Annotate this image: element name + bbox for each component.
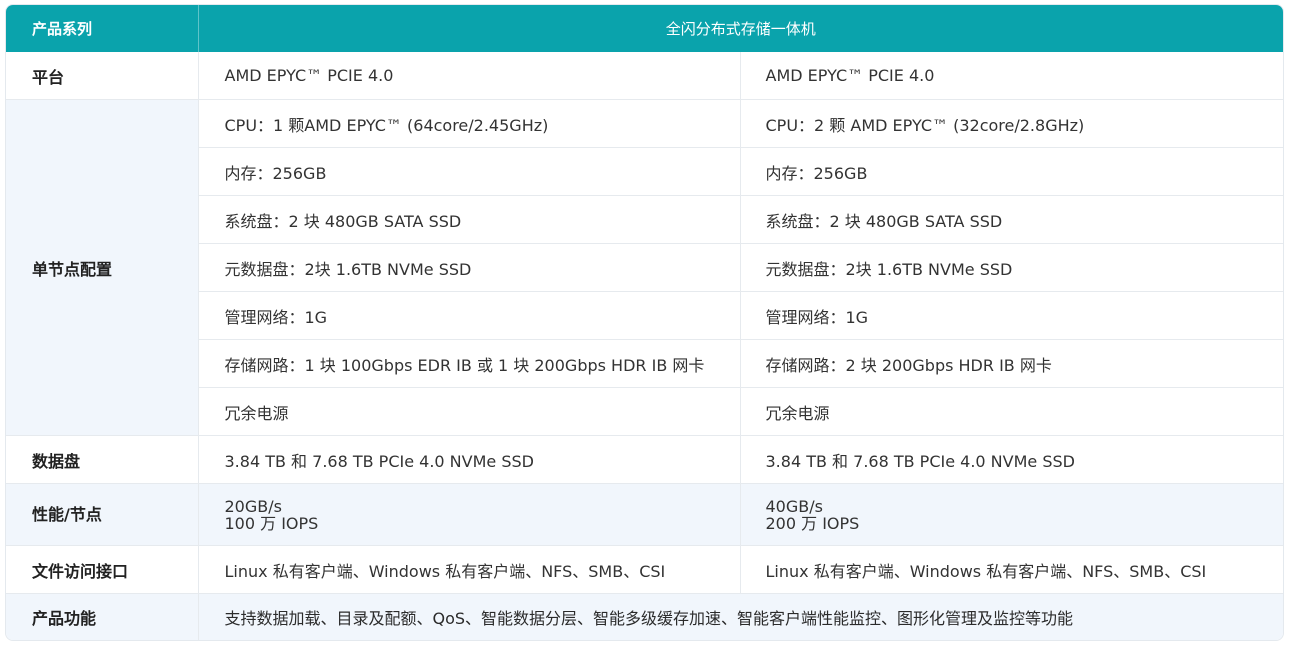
data-disk-value-a: 3.84 TB 和 7.68 TB PCIe 4.0 NVMe SSD	[198, 435, 740, 484]
row-label-file-access: 文件访问接口	[6, 545, 199, 594]
header-series-label: 产品系列	[6, 5, 199, 52]
table-row-features: 产品功能 支持数据加载、目录及配额、QoS、智能数据分层、智能多级缓存加速、智能…	[6, 593, 1283, 640]
table-header-row: 产品系列 全闪分布式存储一体机	[6, 5, 1283, 52]
row-label-platform: 平台	[6, 52, 199, 100]
table-row-node-config: 元数据盘：2块 1.6TB NVMe SSD 元数据盘：2块 1.6TB NVM…	[6, 243, 1283, 292]
table-row-performance: 性能/节点 20GB/s 100 万 IOPS 40GB/s 200 万 IOP…	[6, 483, 1283, 546]
table-row-data-disk: 数据盘 3.84 TB 和 7.68 TB PCIe 4.0 NVMe SSD …	[6, 435, 1283, 484]
node-config-storage-network-a: 存储网路：1 块 100Gbps EDR IB 或 1 块 200Gbps HD…	[198, 339, 740, 388]
node-config-metadata-disk-b: 元数据盘：2块 1.6TB NVMe SSD	[739, 243, 1283, 292]
table-row-node-config: 系统盘：2 块 480GB SATA SSD 系统盘：2 块 480GB SAT…	[6, 195, 1283, 244]
platform-value-a: AMD EPYC™ PCIE 4.0	[198, 52, 740, 100]
node-config-cpu-a: CPU：1 颗AMD EPYC™ (64core/2.45GHz)	[198, 99, 740, 148]
header-product-name: 全闪分布式存储一体机	[198, 5, 1283, 52]
table-row-node-config: 管理网络：1G 管理网络：1G	[6, 291, 1283, 340]
table-row-file-access: 文件访问接口 Linux 私有客户端、Windows 私有客户端、NFS、SMB…	[6, 545, 1283, 594]
data-disk-value-b: 3.84 TB 和 7.68 TB PCIe 4.0 NVMe SSD	[739, 435, 1283, 484]
node-config-memory-a: 内存：256GB	[198, 147, 740, 196]
table-row-platform: 平台 AMD EPYC™ PCIE 4.0 AMD EPYC™ PCIE 4.0	[6, 52, 1283, 100]
node-config-system-disk-a: 系统盘：2 块 480GB SATA SSD	[198, 195, 740, 244]
node-config-power-b: 冗余电源	[739, 387, 1283, 436]
node-config-mgmt-network-a: 管理网络：1G	[198, 291, 740, 340]
node-config-system-disk-b: 系统盘：2 块 480GB SATA SSD	[739, 195, 1283, 244]
node-config-memory-b: 内存：256GB	[739, 147, 1283, 196]
table-row-node-config: 单节点配置 CPU：1 颗AMD EPYC™ (64core/2.45GHz) …	[6, 99, 1283, 436]
performance-throughput-b: 40GB/s	[765, 496, 823, 516]
file-access-value-b: Linux 私有客户端、Windows 私有客户端、NFS、SMB、CSI	[739, 545, 1283, 594]
row-label-data-disk: 数据盘	[6, 435, 199, 484]
spec-table: 产品系列 全闪分布式存储一体机 平台 AMD EPYC™ PCIE 4.0 AM…	[6, 5, 1283, 640]
table-row-node-config: 冗余电源 冗余电源	[6, 387, 1283, 436]
node-config-mgmt-network-b: 管理网络：1G	[739, 291, 1283, 340]
node-config-storage-network-b: 存储网路：2 块 200Gbps HDR IB 网卡	[739, 339, 1283, 388]
row-label-node-config: 单节点配置	[6, 99, 199, 436]
node-config-metadata-disk-a: 元数据盘：2块 1.6TB NVMe SSD	[198, 243, 740, 292]
file-access-value-a: Linux 私有客户端、Windows 私有客户端、NFS、SMB、CSI	[198, 545, 740, 594]
row-label-features: 产品功能	[6, 593, 199, 640]
performance-value-b: 40GB/s 200 万 IOPS	[739, 483, 1283, 546]
performance-iops-a: 100 万 IOPS	[224, 513, 319, 533]
row-label-performance: 性能/节点	[6, 483, 199, 546]
performance-throughput-a: 20GB/s	[224, 496, 282, 516]
performance-value-a: 20GB/s 100 万 IOPS	[198, 483, 740, 546]
performance-iops-b: 200 万 IOPS	[765, 513, 860, 533]
table-row-node-config: 内存：256GB 内存：256GB	[6, 147, 1283, 196]
spec-table-container: 产品系列 全闪分布式存储一体机 平台 AMD EPYC™ PCIE 4.0 AM…	[5, 4, 1284, 641]
node-config-cpu-b: CPU：2 颗 AMD EPYC™ (32core/2.8GHz)	[739, 99, 1283, 148]
table-row-node-config: 存储网路：1 块 100Gbps EDR IB 或 1 块 200Gbps HD…	[6, 339, 1283, 388]
node-config-power-a: 冗余电源	[198, 387, 740, 436]
features-value: 支持数据加载、目录及配额、QoS、智能数据分层、智能多级缓存加速、智能客户端性能…	[198, 593, 1283, 640]
platform-value-b: AMD EPYC™ PCIE 4.0	[739, 52, 1283, 100]
